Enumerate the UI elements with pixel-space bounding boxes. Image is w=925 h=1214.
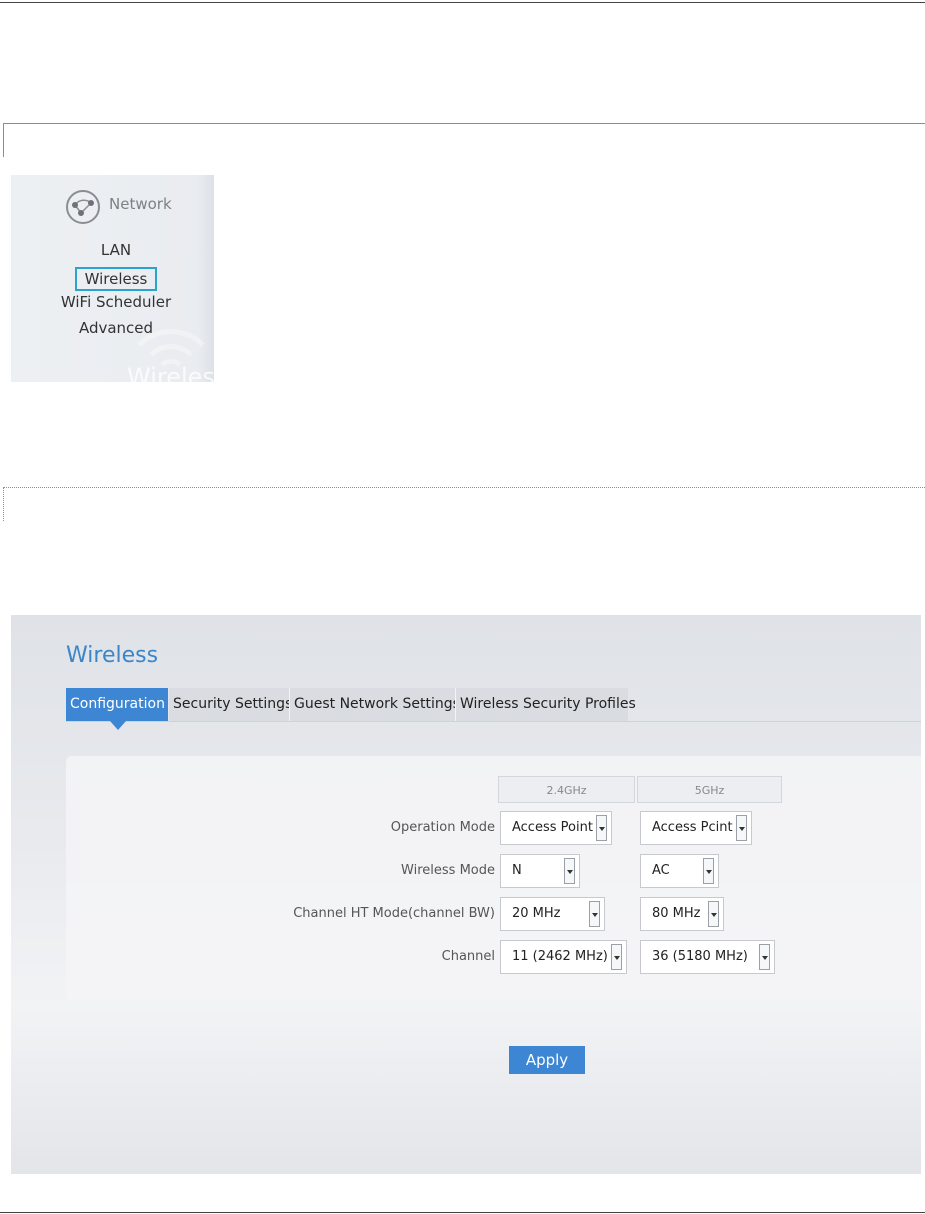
tab-guest-network-settings[interactable]: Guest Network Settings [290, 688, 460, 721]
channel-2g-select[interactable]: 11 (2462 MHz) [500, 940, 627, 974]
section-divider-tick [3, 123, 4, 157]
channel-label: Channel [441, 949, 495, 964]
chevron-down-icon [703, 858, 714, 884]
wireless-mode-5g-select[interactable]: AC [640, 854, 719, 888]
active-tab-indicator [110, 721, 126, 730]
channel-5g-select[interactable]: 36 (5180 MHz) [640, 940, 775, 974]
operation-mode-2g-value: Access Point [512, 820, 593, 835]
page-top-rule [0, 2, 925, 3]
network-menu-title: Network [109, 195, 172, 213]
operation-mode-label: Operation Mode [390, 820, 495, 835]
channel-ht-mode-2g-value: 20 MHz [512, 906, 561, 921]
dotted-section-divider [3, 487, 925, 488]
channel-ht-mode-2g-select[interactable]: 20 MHz [500, 897, 605, 931]
page-title: Wireless [66, 643, 159, 668]
network-icon [66, 190, 100, 224]
operation-mode-5g-select[interactable]: Access Pcint [640, 811, 752, 845]
network-menu-panel: Wireless Network LAN Wireless WiFi Sched… [11, 175, 214, 382]
nav-item-lan[interactable]: LAN [11, 241, 214, 259]
chevron-down-icon [736, 815, 747, 841]
channel-5g-value: 36 (5180 MHz) [652, 949, 748, 964]
nav-item-wireless[interactable]: Wireless [11, 267, 214, 291]
wireless-mode-2g-value: N [512, 863, 522, 878]
apply-button[interactable]: Apply [509, 1046, 585, 1074]
operation-mode-2g-select[interactable]: Access Point [500, 811, 612, 845]
band-header-5g: 5GHz [637, 776, 782, 803]
tab-security-settings[interactable]: Security Settings [169, 688, 292, 721]
wireless-config-screen: Wireless Configuration Security Settings… [11, 615, 921, 1174]
chevron-down-icon [759, 944, 770, 970]
tab-configuration[interactable]: Configuration [66, 688, 168, 721]
wireless-mode-2g-select[interactable]: N [500, 854, 580, 888]
wireless-mode-label: Wireless Mode [401, 863, 495, 878]
dotted-section-divider-tick [3, 487, 4, 521]
chevron-down-icon [611, 944, 622, 970]
wireless-mode-5g-value: AC [652, 863, 670, 878]
chevron-down-icon [564, 858, 575, 884]
channel-ht-mode-5g-value: 80 MHz [652, 906, 701, 921]
wireless-watermark-text: Wireless [127, 363, 214, 382]
page-bottom-rule [0, 1212, 925, 1213]
nav-item-advanced[interactable]: Advanced [11, 319, 214, 337]
chevron-down-icon [596, 815, 607, 841]
tab-wireless-security-profiles[interactable]: Wireless Security Profiles [456, 688, 636, 721]
operation-mode-5g-value: Access Pcint [652, 820, 733, 835]
chevron-down-icon [589, 901, 600, 927]
chevron-down-icon [708, 901, 719, 927]
channel-2g-value: 11 (2462 MHz) [512, 949, 608, 964]
tab-underline [66, 721, 921, 722]
channel-ht-mode-5g-select[interactable]: 80 MHz [640, 897, 724, 931]
nav-item-wireless-label: Wireless [74, 267, 158, 291]
band-header-2g: 2.4GHz [498, 776, 635, 803]
section-divider [3, 123, 925, 124]
nav-item-wifi-scheduler[interactable]: WiFi Scheduler [11, 293, 214, 311]
channel-ht-mode-label: Channel HT Mode(channel BW) [293, 906, 495, 921]
